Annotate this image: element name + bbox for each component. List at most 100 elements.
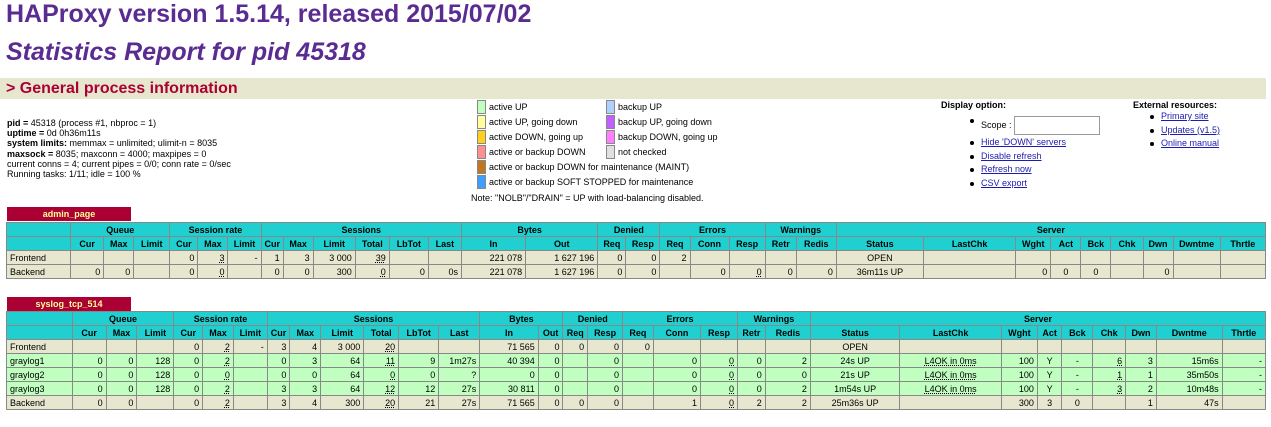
table-cell: 27s [438, 381, 481, 396]
table-cell: 64 [320, 367, 365, 382]
external-resources: External resources: Primary site Updates… [1133, 100, 1220, 151]
cell-value: 0 [97, 355, 103, 366]
table-row[interactable]: Frontend 0 3 - 1 3 3 000 39 221 078 1 627 196 0 0 2 O… [5, 250, 1267, 265]
table-cell [133, 264, 171, 279]
legend-swatch [606, 130, 615, 144]
table-cell: 71 565 [479, 339, 539, 354]
table-cell: L4OK in 0ms [899, 381, 1002, 396]
updates-link[interactable]: Updates (v1.5) [1161, 125, 1220, 135]
column-header: Limit [227, 236, 262, 251]
table-cell: 0 [71, 381, 107, 396]
cell-value: 0 [281, 355, 287, 366]
table-cell: - [1221, 367, 1267, 382]
cell-value: 0 [614, 369, 620, 380]
primary-site-link[interactable]: Primary site [1161, 111, 1209, 121]
column-header: Conn [652, 325, 702, 340]
table-cell: 6 [1092, 353, 1127, 368]
table-cell [728, 250, 766, 265]
table-row[interactable]: graylog2 0 0 128 0 0 0 0 64 0 0? 0 0 0 0 0 0 0 21s UP L4OK … [6, 367, 1267, 382]
column-header: Max [197, 236, 229, 251]
table-cell: 11 [363, 353, 400, 368]
cell-value: 2 [224, 341, 230, 352]
table-row[interactable]: graylog3 0 0 128 0 2 3 3 64 12 12 27s 30 811 0 0 0 0 0 2 1m… [6, 381, 1267, 396]
column-header: Dwn [1125, 325, 1157, 340]
table-cell [71, 339, 107, 354]
cell-value: 0 [390, 369, 396, 380]
table-cell: 0 [354, 264, 390, 279]
table-cell: 0 [622, 339, 654, 354]
row-name: Backend [10, 397, 46, 408]
row-name: Frontend [10, 252, 47, 263]
table-row[interactable]: graylog1 0 0 128 0 2 0 3 64 11 9 1m27s 40 394 0 0 0 0 0 2 2… [6, 353, 1267, 368]
disable-refresh-link[interactable]: Disable refresh [981, 151, 1042, 161]
table-cell: 0 [764, 264, 797, 279]
legend-item: active UP, going down [477, 115, 577, 129]
table-cell [1219, 250, 1267, 265]
table-cell: 0 [625, 250, 661, 265]
cell-value: 0 [274, 266, 280, 277]
column-header: Status [809, 325, 901, 340]
column-header: Cur [266, 325, 291, 340]
table-cell: 0 [388, 264, 429, 279]
cell-value: 221 078 [489, 252, 523, 263]
row-name: graylog2 [10, 369, 45, 380]
row-name-cell: Backend [5, 264, 72, 279]
table-row[interactable]: Backend 0 0 0 2 3 4 300 20 21 27s 71 565 0 0 0 1 0 2 2 25m3… [6, 395, 1267, 410]
cell-value: 0 [1093, 266, 1099, 277]
scope-input[interactable] [1014, 116, 1101, 136]
cell-value: 21 [425, 397, 436, 408]
row-name-cell: Frontend [6, 339, 73, 354]
cell-value: 64 [350, 355, 361, 366]
column-header: Bck [1061, 325, 1094, 340]
table-cell: 25m36s UP [809, 395, 901, 410]
proxy-name-syslog-tcp-514[interactable]: syslog_tcp_514 [7, 297, 131, 311]
group-header-row: Queue Session rate Sessions Bytes Denied… [6, 311, 1267, 326]
table-cell: 0 [202, 367, 234, 382]
online-manual-link[interactable]: Online manual [1161, 138, 1219, 148]
table-cell [622, 367, 654, 382]
legend-swatch [606, 100, 615, 114]
table-cell [622, 353, 654, 368]
column-header: Limit [133, 236, 171, 251]
hide-down-servers-link[interactable]: Hide 'DOWN' servers [981, 137, 1066, 147]
proxy-name-admin-page[interactable]: admin_page [7, 207, 131, 221]
table-cell [1172, 264, 1221, 279]
cell-value: 0 [189, 252, 195, 263]
column-header [6, 325, 73, 340]
column-header: Wght [1015, 236, 1052, 251]
cell-value: Y [1046, 369, 1053, 380]
table-cell: 3 [282, 250, 314, 265]
cell-value[interactable]: L4OK in 0ms [925, 370, 977, 380]
cell-value: 0 [194, 383, 200, 394]
display-options-title: Display option: [941, 100, 1006, 110]
row-name: Backend [10, 266, 46, 277]
general-process-info-heading: > General process information [0, 78, 1266, 99]
cell-value: - [1075, 355, 1079, 366]
column-header: Limit [232, 325, 268, 340]
table-cell [1061, 339, 1094, 354]
refresh-now-link[interactable]: Refresh now [981, 164, 1032, 174]
legend-swatch [477, 145, 486, 159]
cell-value: 3 000 [337, 341, 361, 352]
cell-value: 0 [380, 266, 386, 277]
table-row[interactable]: Frontend 0 2 - 3 4 3 000 20 71 565 0 0 0 0 OPEN [6, 339, 1267, 354]
table-cell: 0 [173, 339, 204, 354]
cell-value: 20 [385, 397, 396, 408]
table-cell: 1m54s UP [809, 381, 901, 396]
cell-value: 39 [375, 252, 386, 263]
cell-value[interactable]: L4OK in 0ms [925, 384, 977, 394]
table-cell: 0 [700, 395, 739, 410]
row-name-cell: graylog3 [6, 381, 73, 396]
table-cell: 27s [438, 395, 481, 410]
cell-value: Y [1046, 383, 1053, 394]
scope-label: Scope : [981, 120, 1015, 130]
table-cell: 0 [105, 395, 138, 410]
table-cell: 0 [479, 367, 539, 382]
cell-value[interactable]: L4OK in 0ms [925, 356, 977, 366]
table-row[interactable]: Backend 0 0 0 0 0 0 300 0 0 0s 221 078 1 627 196 0 0 0 0… [5, 264, 1267, 279]
csv-export-link[interactable]: CSV export [981, 178, 1027, 188]
legend-swatch [477, 130, 486, 144]
row-name-cell: graylog1 [6, 353, 73, 368]
cell-value: - [1075, 383, 1079, 394]
legend-swatch [477, 100, 486, 114]
